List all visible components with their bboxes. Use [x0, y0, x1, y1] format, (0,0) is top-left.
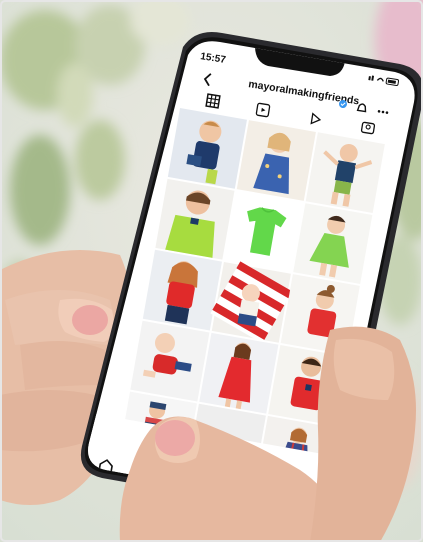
- grid-post[interactable]: [236, 120, 316, 201]
- grid-post[interactable]: [130, 320, 210, 402]
- photo-frame: 15:57 mayoralmakingfriends: [0, 0, 423, 542]
- grid-post[interactable]: [224, 191, 304, 272]
- grid-post[interactable]: [305, 132, 385, 214]
- grid-post[interactable]: [142, 249, 222, 331]
- fingernail: [155, 420, 195, 456]
- photo: 15:57 mayoralmakingfriends: [0, 0, 423, 542]
- grid-post[interactable]: [167, 108, 247, 189]
- grid-post[interactable]: [293, 203, 373, 284]
- grid-post[interactable]: [155, 178, 235, 260]
- grid-post[interactable]: [199, 332, 279, 414]
